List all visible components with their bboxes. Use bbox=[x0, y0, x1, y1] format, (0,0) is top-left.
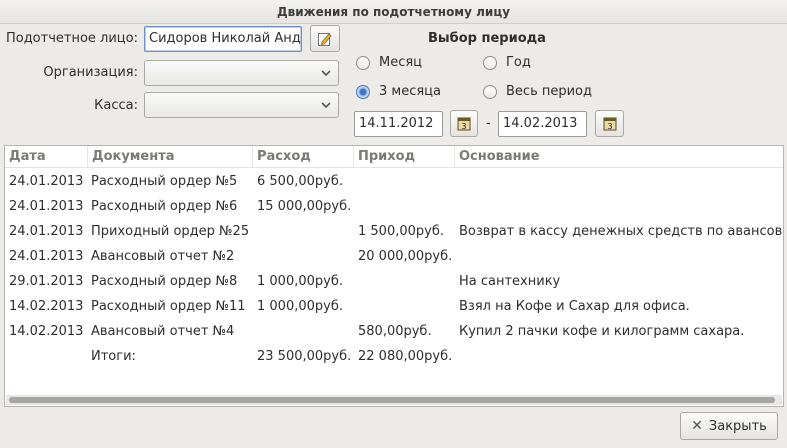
calendar-icon: 3 bbox=[603, 117, 616, 131]
cell-date: 24.01.2013 bbox=[9, 224, 84, 239]
cell-reason: На сантехнику bbox=[459, 274, 561, 289]
cell-date: 24.01.2013 bbox=[9, 249, 84, 264]
cell-income bbox=[354, 194, 358, 219]
cell-expense: 6 500,00руб. bbox=[257, 174, 343, 189]
cell-income bbox=[354, 169, 358, 194]
cell-date bbox=[5, 344, 9, 369]
close-button-label: Закрыть bbox=[708, 418, 767, 434]
table-row[interactable]: 24.01.2013 Расходный ордер №5 6 500,00руб. bbox=[5, 169, 783, 194]
movements-table[interactable]: Дата Документа Расход Приход Основание 2… bbox=[4, 145, 784, 407]
table-row[interactable]: 29.01.2013 Расходный ордер №8 1 000,00руб.… bbox=[5, 269, 783, 294]
cell-reason bbox=[455, 169, 459, 194]
cell-expense: 23 500,00руб. bbox=[257, 349, 352, 364]
cell-income: 20 000,00руб. bbox=[358, 249, 453, 264]
radio-indicator bbox=[483, 84, 497, 99]
cell-document: Приходный ордер №25 bbox=[91, 224, 250, 239]
cell-income bbox=[354, 294, 358, 319]
date-to-calendar-button[interactable]: 3 bbox=[595, 110, 624, 137]
table-row[interactable]: 14.02.2013 Авансовый отчет №4 580,00руб. Ку… bbox=[5, 319, 783, 344]
organization-select[interactable] bbox=[144, 60, 339, 86]
radio-indicator bbox=[356, 55, 370, 70]
chevron-down-icon bbox=[321, 70, 331, 77]
cell-reason: Купил 2 пачки кофе и килограмм сахара. bbox=[459, 324, 745, 339]
period-heading: Выбор периода bbox=[428, 31, 546, 46]
column-header-document[interactable]: Документа bbox=[87, 146, 252, 168]
cash-select[interactable] bbox=[144, 92, 339, 118]
radio-all-period-label: Весь период bbox=[506, 84, 592, 99]
cell-date: 29.01.2013 bbox=[9, 274, 84, 289]
edit-icon bbox=[318, 32, 332, 46]
cell-document: Авансовый отчет №2 bbox=[91, 249, 235, 264]
cash-label: Касса: bbox=[94, 98, 138, 113]
person-label: Подотчетное лицо: bbox=[5, 31, 138, 46]
edit-person-button[interactable] bbox=[310, 25, 340, 52]
cell-document: Расходный ордер №8 bbox=[91, 274, 238, 289]
cell-date: 14.02.2013 bbox=[9, 324, 84, 339]
table-row[interactable]: 14.02.2013 Расходный ордер №11 1 000,00руб… bbox=[5, 294, 783, 319]
table-row[interactable]: 24.01.2013 Расходный ордер №6 15 000,00руб… bbox=[5, 194, 783, 219]
cell-reason: Возврат в кассу денежных средств по аван… bbox=[459, 224, 783, 239]
date-separator: - bbox=[486, 116, 491, 131]
date-to-field[interactable]: 14.02.2013 bbox=[498, 111, 587, 137]
column-header-income[interactable]: Приход bbox=[353, 146, 454, 168]
close-button[interactable]: ✕ Закрыть bbox=[680, 412, 778, 440]
table-header: Дата Документа Расход Приход Основание bbox=[5, 146, 783, 168]
cell-expense bbox=[253, 319, 257, 344]
horizontal-scrollbar[interactable] bbox=[6, 395, 782, 405]
cell-income: 1 500,00руб. bbox=[358, 224, 444, 239]
radio-year-label: Год bbox=[506, 55, 531, 70]
radio-month[interactable]: Месяц bbox=[356, 55, 422, 70]
table-row[interactable]: 24.01.2013 Приходный ордер №25 1 500,00руб… bbox=[5, 219, 783, 244]
radio-3-months-label: 3 месяца bbox=[379, 84, 441, 99]
cell-date: 14.02.2013 bbox=[9, 299, 84, 314]
cell-income: 580,00руб. bbox=[358, 324, 432, 339]
cell-document: Расходный ордер №5 bbox=[91, 174, 238, 189]
person-field[interactable]: Сидоров Николай Анд bbox=[144, 26, 302, 52]
cell-expense: 15 000,00руб. bbox=[257, 199, 352, 214]
calendar-icon: 3 bbox=[457, 117, 471, 131]
cell-expense: 1 000,00руб. bbox=[257, 274, 343, 289]
radio-3-months[interactable]: 3 месяца bbox=[356, 84, 441, 99]
radio-indicator bbox=[356, 84, 370, 99]
table-row[interactable]: 24.01.2013 Авансовый отчет №2 20 000,00руб… bbox=[5, 244, 783, 269]
organization-label: Организация: bbox=[43, 65, 138, 80]
column-header-expense[interactable]: Расход bbox=[252, 146, 353, 168]
cell-expense bbox=[253, 244, 257, 269]
cell-reason bbox=[455, 194, 459, 219]
svg-text:3: 3 bbox=[607, 122, 612, 131]
cell-expense: 1 000,00руб. bbox=[257, 299, 343, 314]
cell-document: Итоги: bbox=[91, 349, 136, 364]
radio-month-label: Месяц bbox=[379, 55, 423, 70]
close-icon: ✕ bbox=[691, 418, 703, 434]
cell-income: 22 080,00руб. bbox=[358, 349, 453, 364]
cell-reason bbox=[455, 244, 459, 269]
table-row[interactable]: Итоги: 23 500,00руб. 22 080,00руб. bbox=[5, 344, 783, 369]
cell-document: Расходный ордер №6 bbox=[91, 199, 238, 214]
cell-expense bbox=[253, 219, 257, 244]
radio-all-period[interactable]: Весь период bbox=[483, 84, 592, 99]
svg-text:3: 3 bbox=[461, 122, 466, 131]
date-from-calendar-button[interactable]: 3 bbox=[450, 110, 478, 137]
scrollbar-thumb[interactable] bbox=[9, 397, 775, 403]
date-from-field[interactable]: 14.11.2012 bbox=[354, 111, 443, 137]
cell-income bbox=[354, 269, 358, 294]
window-title: Движения по подотчетному лицу bbox=[0, 0, 787, 24]
radio-indicator bbox=[483, 55, 497, 70]
cell-reason: Взял на Кофе и Сахар для офиса. bbox=[459, 299, 690, 314]
cell-date: 24.01.2013 bbox=[9, 174, 84, 189]
column-header-date[interactable]: Дата bbox=[5, 146, 87, 168]
cell-date: 24.01.2013 bbox=[9, 199, 84, 214]
cell-reason bbox=[455, 344, 459, 369]
radio-year[interactable]: Год bbox=[483, 55, 531, 70]
cell-document: Расходный ордер №11 bbox=[91, 299, 246, 314]
chevron-down-icon bbox=[321, 102, 331, 109]
cell-document: Авансовый отчет №4 bbox=[91, 324, 235, 339]
column-header-reason[interactable]: Основание bbox=[454, 146, 785, 168]
